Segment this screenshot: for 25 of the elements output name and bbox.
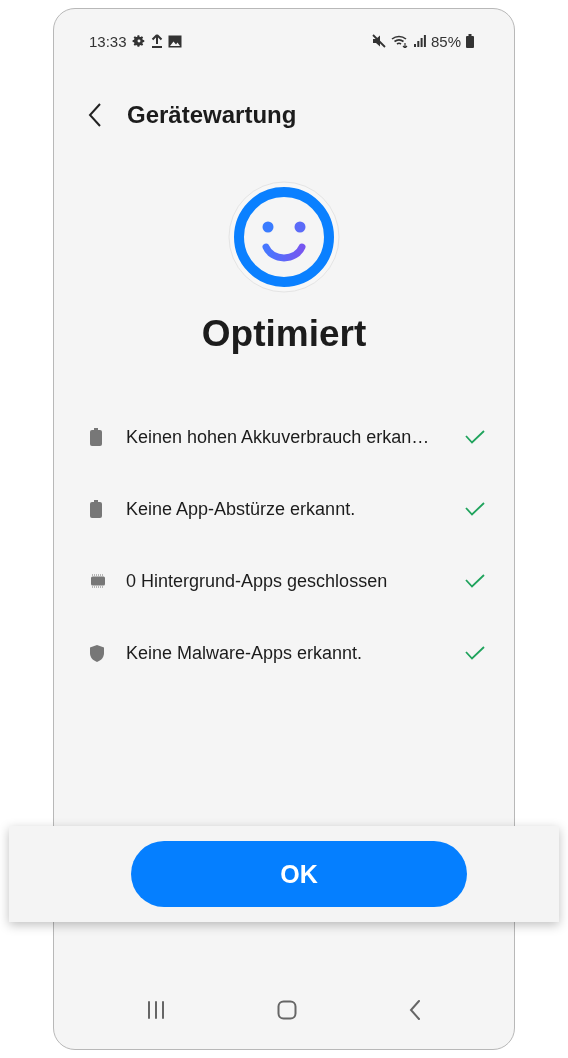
- battery-icon: [466, 34, 474, 48]
- mute-icon: [371, 34, 386, 48]
- check-result-text: Keinen hohen Akkuverbrauch erkan…: [126, 426, 431, 448]
- signal-icon: [413, 35, 426, 47]
- check-result-text: Keine Malware-Apps erkannt.: [126, 642, 364, 664]
- shield-icon: [90, 644, 104, 662]
- smiley-icon: [228, 181, 340, 293]
- home-icon[interactable]: [277, 1000, 297, 1020]
- battery-icon: [90, 500, 102, 518]
- battery-percent: 85%: [430, 32, 461, 50]
- check-result-text: 0 Hintergrund-Apps geschlossen: [126, 570, 389, 592]
- back-nav-icon[interactable]: [409, 1000, 421, 1020]
- check-result-text: Keine App-Abstürze erkannt.: [126, 498, 357, 520]
- recent-apps-icon[interactable]: [147, 1001, 165, 1019]
- status-heading: Optimiert: [200, 312, 368, 356]
- page-title: Gerätewartung: [127, 101, 297, 129]
- back-icon[interactable]: [88, 103, 102, 127]
- memory-chip-icon: [90, 574, 106, 588]
- upload-icon: [150, 34, 163, 48]
- battery-icon: [90, 428, 102, 446]
- wifi-icon: [390, 34, 409, 48]
- ok-button[interactable]: OK: [131, 841, 467, 907]
- settings-icon: [131, 34, 146, 48]
- status-time: 13:33: [89, 32, 127, 50]
- image-icon: [167, 34, 182, 48]
